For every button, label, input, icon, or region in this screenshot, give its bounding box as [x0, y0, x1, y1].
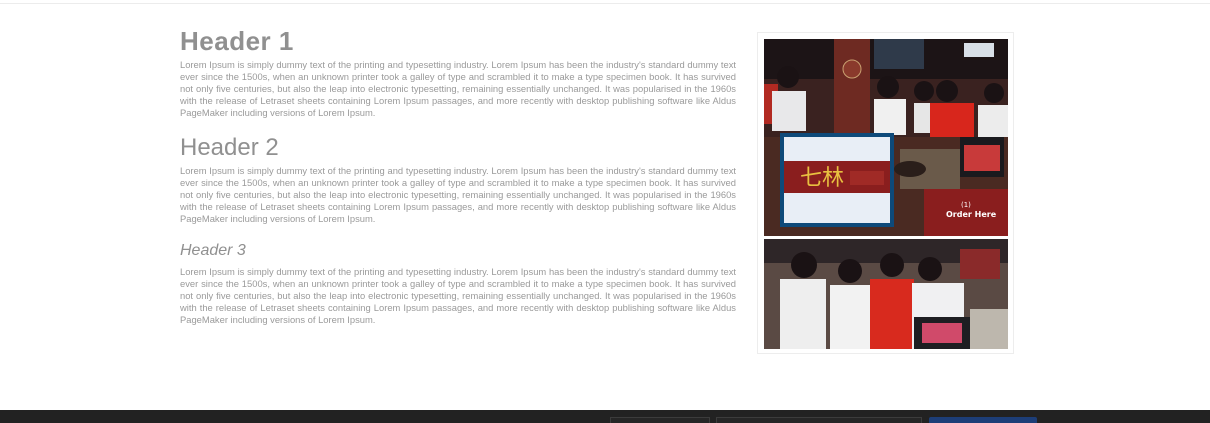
order-number-label: (1) [961, 201, 971, 209]
section-3-paragraph: Lorem Ipsum is simply dummy text of the … [180, 266, 736, 325]
section-2-paragraph: Lorem Ipsum is simply dummy text of the … [180, 165, 736, 224]
footer-input-1[interactable] [610, 417, 710, 423]
heading-1: Header 1 [180, 26, 294, 56]
heading-3: Header 3 [180, 242, 246, 259]
svg-text:七林: 七林 [800, 166, 844, 191]
section-header-3: Header 3 Lorem Ipsum is simply dummy tex… [180, 240, 736, 326]
section-header-2: Header 2 Lorem Ipsum is simply dummy tex… [180, 133, 736, 225]
restaurant-staff-photo: 七林 (1) Order Here [764, 39, 1008, 349]
section-1-paragraph: Lorem Ipsum is simply dummy text of the … [180, 59, 736, 118]
heading-2: Header 2 [180, 134, 279, 161]
section-header-1: Header 1 Lorem Ipsum is simply dummy tex… [180, 24, 736, 119]
top-divider [0, 0, 1210, 4]
footer-input-2[interactable] [716, 417, 922, 423]
photo-frame: 七林 (1) Order Here [757, 32, 1014, 354]
page-footer [0, 410, 1210, 423]
main-content: Header 1 Lorem Ipsum is simply dummy tex… [180, 24, 736, 326]
footer-submit-button[interactable] [929, 417, 1037, 423]
order-here-label: Order Here [946, 210, 997, 219]
